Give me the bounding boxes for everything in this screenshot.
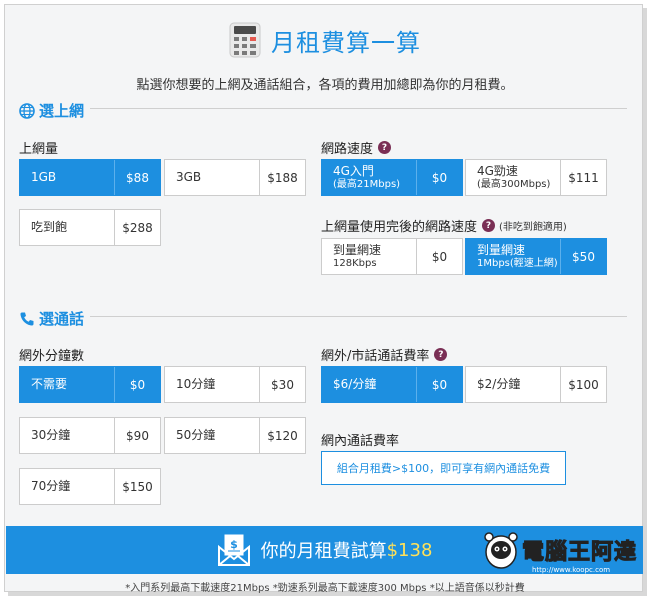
globe-icon (19, 102, 35, 119)
section-heading-data-label: 選上網 (39, 102, 85, 120)
minutes-option-50[interactable]: 50分鐘 $120 (164, 417, 306, 454)
page-subtitle: 點選你想要的上網及通話組合，各項的費用加總即為你的月租費。 (136, 78, 514, 93)
throttle-note: (非吃到飽適用) (499, 222, 567, 233)
rate-label: 網外/市話通話費率 ? (321, 345, 448, 364)
page-title: 月租費算一算 (271, 28, 421, 57)
minutes-label: 網外分鐘數 (19, 349, 85, 364)
bill-envelope-icon: $ (217, 534, 250, 566)
minutes-option-70[interactable]: 70分鐘 $150 (19, 468, 161, 505)
throttle-option-1mbps[interactable]: 到量網速 1Mbps(輕速上網) $50 (465, 238, 607, 275)
usage-option-unlimited[interactable]: 吃到飽 $288 (19, 209, 161, 246)
minutes-option-10[interactable]: 10分鐘 $30 (164, 366, 306, 403)
mascot-icon (484, 532, 518, 569)
footnote: *入門系列最高下載速度21Mbps *勁速系列最高下載速度300 Mbps *以… (125, 583, 525, 594)
rate-option-6[interactable]: $6/分鐘 $0 (321, 366, 463, 403)
speed-option-turbo[interactable]: 4G勁速 (最高300Mbps) $111 (465, 159, 607, 196)
section-heading-calls: 選通話 (19, 308, 84, 329)
watermark-text: 電腦王阿達 (521, 540, 638, 566)
throttle-option-128kbps[interactable]: 到量網速 128Kbps $0 (321, 238, 463, 275)
rate-option-2[interactable]: $2/分鐘 $100 (465, 366, 607, 403)
throttle-label: 上網量使用完後的網路速度 ? (非吃到飽適用) (321, 219, 567, 235)
section-heading-calls-label: 選通話 (39, 310, 85, 328)
onnet-info-box: 組合月租費>$100，即可享有網內通話免費 (321, 451, 566, 485)
section-heading-data: 選上網 (19, 100, 84, 121)
usage-option-1gb[interactable]: 1GB $88 (19, 159, 161, 196)
svg-text:$: $ (230, 538, 238, 551)
speed-option-entry[interactable]: 4G入門 (最高21Mbps) $0 (321, 159, 463, 196)
minutes-option-none[interactable]: 不需要 $0 (19, 366, 161, 403)
minutes-option-30[interactable]: 30分鐘 $90 (19, 417, 161, 454)
total-label: 你的月租費試算 (260, 541, 387, 562)
help-icon[interactable]: ? (482, 219, 496, 232)
section-divider (90, 316, 627, 317)
section-divider (90, 108, 627, 109)
help-icon[interactable]: ? (378, 141, 392, 154)
help-icon[interactable]: ? (434, 348, 448, 361)
title-row: 月租費算一算 (0, 22, 650, 58)
speed-label: 網路速度 ? (321, 138, 392, 157)
total-value: $138 (386, 539, 433, 561)
onnet-label: 網內通話費率 (321, 434, 400, 449)
usage-option-3gb[interactable]: 3GB $188 (164, 159, 306, 196)
phone-icon (20, 312, 34, 326)
watermark-url: http://www.koopc.com (532, 566, 611, 574)
usage-label: 上網量 (19, 142, 59, 157)
calculator-icon (229, 22, 261, 58)
